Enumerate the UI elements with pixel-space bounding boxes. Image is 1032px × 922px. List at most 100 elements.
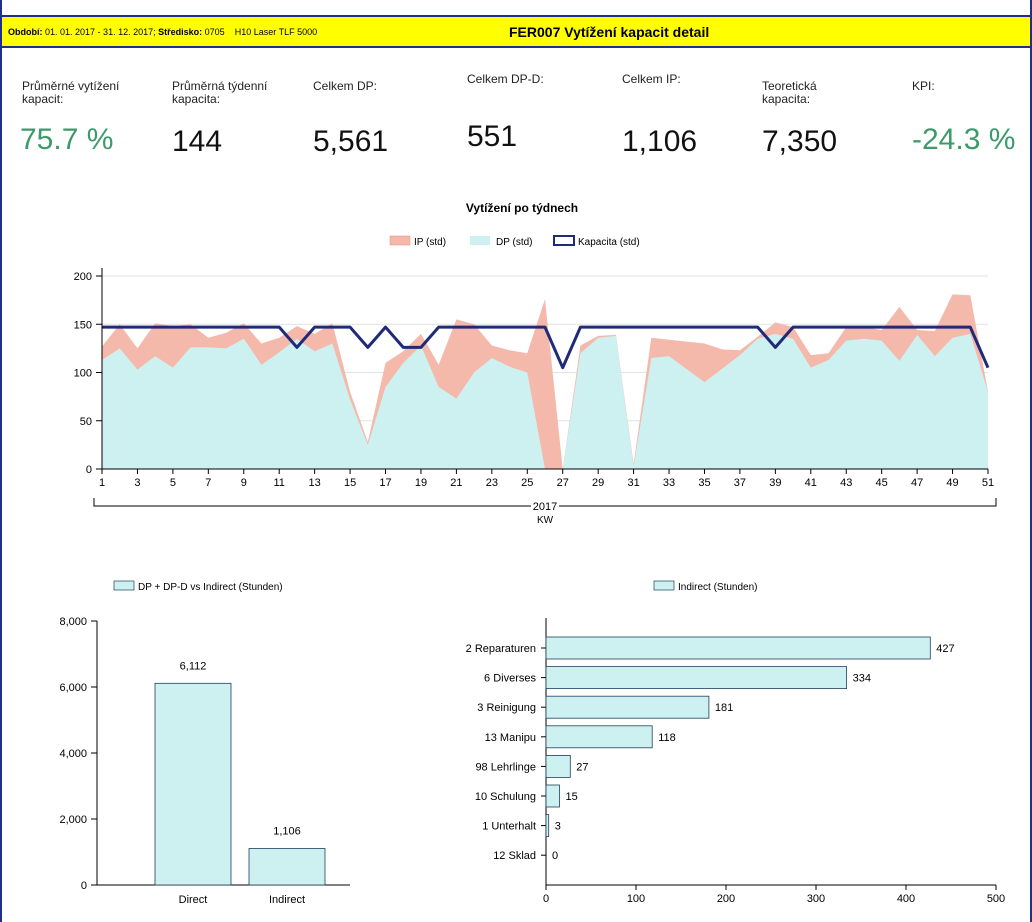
category-label: 12 Sklad: [493, 850, 536, 862]
kpi-avg-utilization-label: Průměrné vytížení kapacit:: [22, 79, 120, 106]
period-label: Období:: [8, 27, 43, 37]
filter-summary: Období: 01. 01. 2017 - 31. 12. 2017; Stř…: [8, 27, 317, 37]
x-tick-label: 23: [486, 477, 498, 489]
x-tick-label: 43: [840, 477, 852, 489]
x-tick-label: 47: [911, 477, 923, 489]
x-tick-label: 0: [543, 893, 549, 905]
y-tick-label: 6,000: [59, 682, 87, 694]
kpi-total-dp-label: Celkem DP:: [313, 79, 378, 93]
x-tick-label: 41: [805, 477, 817, 489]
x-tick-label: 49: [946, 477, 958, 489]
x-tick-label: 39: [769, 477, 781, 489]
y-tick-label: 8,000: [59, 616, 87, 628]
y-tick-label: 2,000: [59, 814, 87, 826]
x-tick-label: 5: [170, 477, 176, 489]
y-tick-label: 200: [74, 271, 92, 283]
bar-value-label: 334: [853, 673, 871, 685]
bar-indirect: [545, 814, 550, 838]
bar-value-label: 1,106: [273, 826, 301, 838]
bar-indirect: [545, 695, 710, 719]
kpi-total-dp-value: 5,561: [313, 125, 389, 158]
year-group-label: 2017: [533, 501, 557, 513]
period-value: 01. 01. 2017 - 31. 12. 2017;: [45, 27, 156, 37]
kpi-kpi-label: KPI:: [912, 79, 935, 93]
x-tick-label: 37: [734, 477, 746, 489]
x-tick-label: 400: [897, 893, 915, 905]
category-label: 13 Manipu: [485, 732, 536, 744]
x-tick-label: 7: [205, 477, 211, 489]
x-tick-label: 35: [698, 477, 710, 489]
kpi-weekly-capacity-value: 144: [172, 125, 223, 158]
machine-name: H10 Laser TLF 5000: [234, 27, 318, 37]
x-tick-label: 19: [415, 477, 427, 489]
x-tick-label: 9: [241, 477, 247, 489]
indirect-breakdown-chart: Indirect (Stunden) 0 100 200 300 400 500 2 Rep…: [466, 580, 1005, 905]
kpi-total-ip-label: Celkem IP:: [622, 72, 681, 86]
dvi-legend-label: DP + DP-D vs Indirect (Stunden): [138, 582, 283, 593]
bar-indirect: [545, 754, 571, 778]
x-tick-label: 11: [273, 477, 284, 489]
y-tick-label: 0: [86, 464, 92, 476]
x-tick-label: 100: [627, 893, 645, 905]
y-tick-label: 100: [74, 368, 92, 380]
legend-dp-swatch: [470, 236, 490, 245]
kpi-weekly-capacity-label: Průměrná týdenní kapacita:: [172, 79, 268, 106]
kpi-total-dpd-label: Celkem DP-D:: [467, 72, 544, 86]
report-header: Období: 01. 01. 2017 - 31. 12. 2017; Stř…: [0, 15, 1032, 48]
category-label: 98 Lehrlinge: [475, 761, 536, 773]
bar-indirect: [545, 784, 560, 808]
x-tick-label: 33: [663, 477, 675, 489]
y-tick-label: 4,000: [59, 748, 87, 760]
center-label: Středisko:: [158, 27, 203, 37]
bar-value-label: 0: [552, 850, 558, 862]
bar-indirect: [545, 725, 653, 749]
x-tick-label: 29: [592, 477, 604, 489]
x-tick-label: 27: [557, 477, 569, 489]
x-tick-label: 300: [807, 893, 825, 905]
bar-value-label: 6,112: [180, 660, 207, 672]
ind-legend-label: Indirect (Stunden): [678, 582, 758, 593]
category-label: 10 Schulung: [475, 791, 536, 803]
category-label: 1 Unterhalt: [482, 821, 536, 833]
x-tick-label: 500: [987, 893, 1005, 905]
center-value: 0705: [204, 27, 225, 37]
bar-value-label: 15: [566, 791, 578, 803]
bar-value-label: 427: [936, 643, 954, 655]
kpi-avg-utilization-value: 75.7 %: [20, 123, 114, 156]
legend-ip-swatch: [389, 235, 411, 246]
weekly-utilization-chart: Vytížení po týdnech IP (std) DP (std) Ka…: [74, 201, 997, 526]
x-tick-label: 25: [521, 477, 533, 489]
y-tick-label: 50: [80, 416, 92, 428]
x-tick-label: 51: [982, 477, 994, 489]
kpi-total-ip-value: 1,106: [622, 125, 698, 158]
bar-value-label: 181: [715, 702, 733, 714]
x-tick-label: Direct: [179, 894, 208, 906]
kpi-kpi-value: -24.3 %: [912, 123, 1016, 156]
y-tick-label: 150: [74, 319, 92, 331]
legend-capacity-label: Kapacita (std): [578, 237, 640, 248]
bar-value-label: 3: [555, 821, 561, 833]
y-tick-label: 0: [81, 880, 87, 892]
bar-indirect: [545, 666, 848, 689]
x-tick-label: 3: [134, 477, 140, 489]
x-tick-label: 17: [379, 477, 391, 489]
weekly-chart-title: Vytížení po týdnech: [466, 201, 578, 215]
bar-value-label: 118: [658, 732, 676, 744]
dvi-legend-swatch: [113, 580, 135, 591]
x-tick-label: 1: [99, 477, 105, 489]
direct-vs-indirect-chart: DP + DP-D vs Indirect (Stunden) 0 2,000 4,…: [59, 580, 350, 906]
category-label: 6 Diverses: [484, 673, 536, 685]
x-tick-label: 21: [450, 477, 462, 489]
ind-legend-swatch: [653, 580, 675, 591]
category-label: 2 Reparaturen: [466, 643, 536, 655]
kpi-theoretical-capacity-value: 7,350: [762, 125, 838, 158]
kpi-total-dpd-value: 551: [467, 120, 518, 153]
x-axis-title: KW: [537, 515, 554, 526]
bar-indirect: [248, 848, 326, 886]
x-tick-label: 13: [309, 477, 321, 489]
x-tick-label: 15: [344, 477, 356, 489]
legend-ip-label: IP (std): [414, 237, 446, 248]
report-title: FER007 Vytížení kapacit detail: [509, 24, 710, 40]
x-tick-label: Indirect: [269, 894, 305, 906]
legend-capacity-swatch: [553, 235, 575, 246]
